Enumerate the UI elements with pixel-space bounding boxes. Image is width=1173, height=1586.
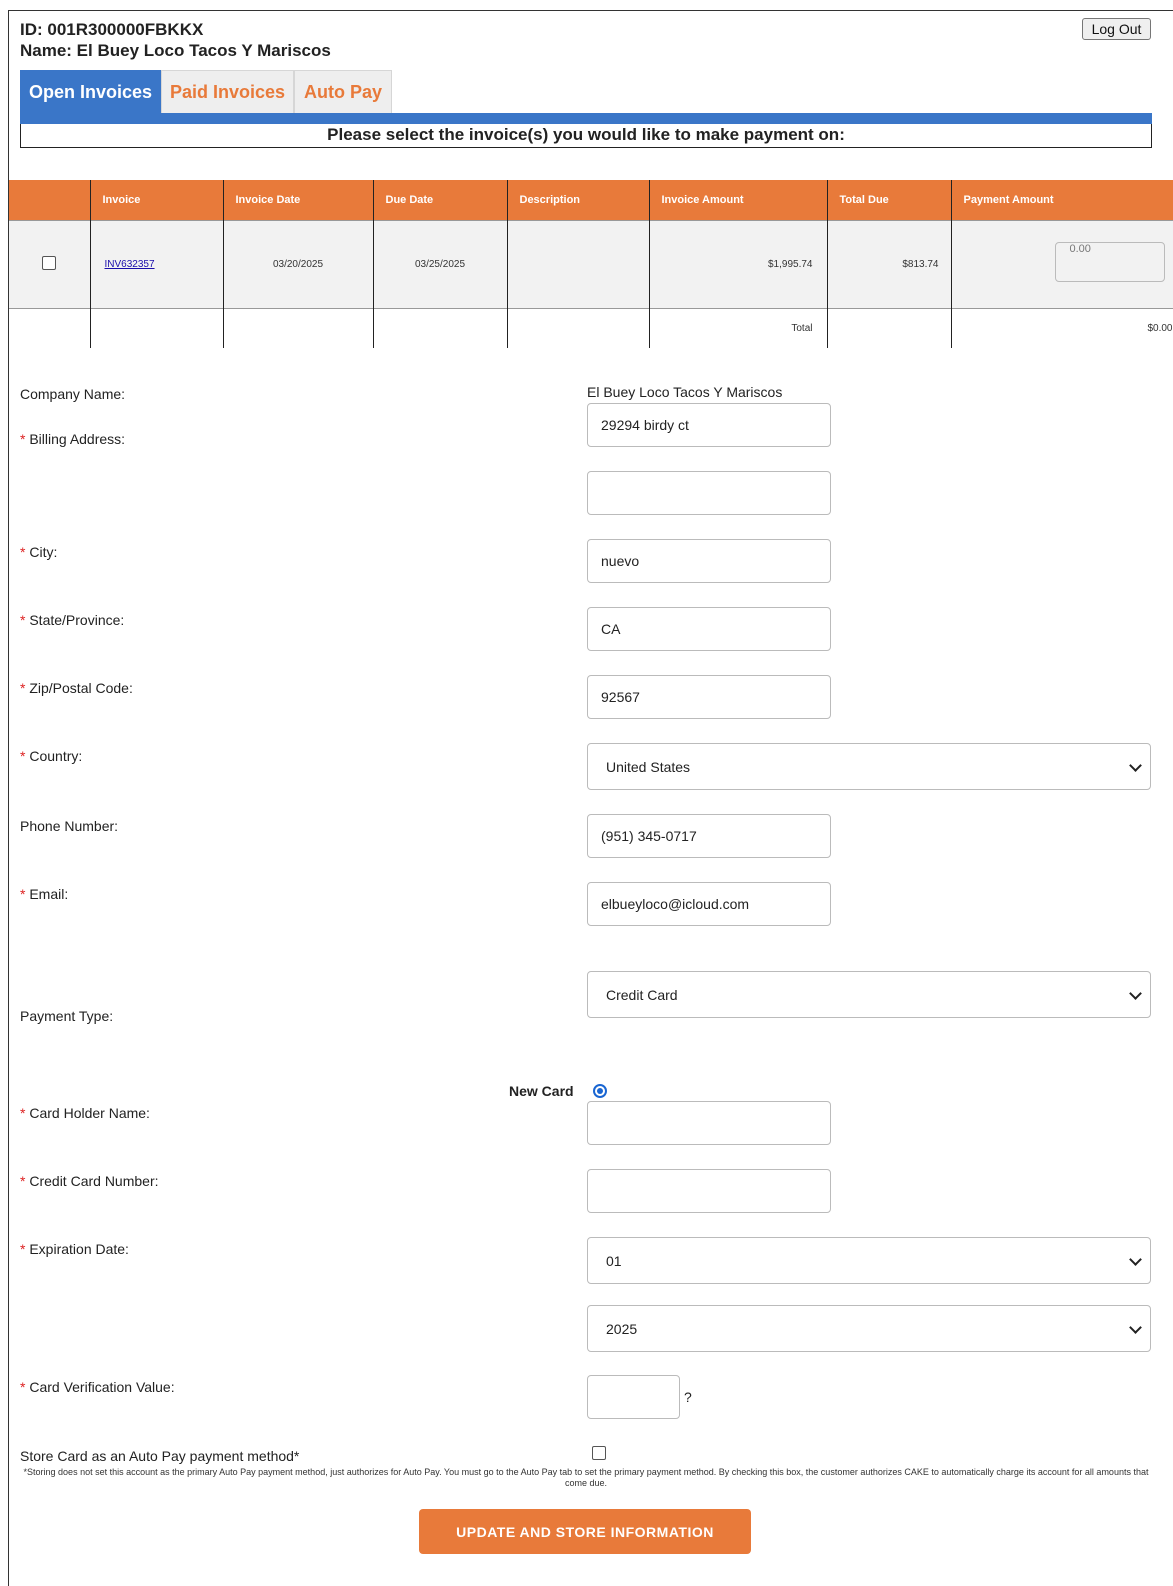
city-input[interactable]: nuevo [587, 539, 831, 583]
tab-open-invoices[interactable]: Open Invoices [20, 70, 161, 114]
col-invoice-date-header: Invoice Date [223, 180, 374, 220]
invoice-link[interactable]: INV632357 [105, 259, 155, 270]
cc-number-input[interactable] [587, 1169, 831, 1213]
zip-label: * Zip/Postal Code: [20, 680, 133, 696]
account-name: Name: El Buey Loco Tacos Y Mariscos [20, 41, 331, 60]
store-card-note: *Storing does not set this account as th… [23, 1467, 1149, 1488]
chevron-down-icon [1129, 1320, 1142, 1334]
billing-address-input-2[interactable] [587, 471, 831, 515]
cvv-input[interactable] [587, 1375, 680, 1419]
payment-amount-input[interactable]: 0.00 [1054, 242, 1165, 282]
phone-input[interactable]: (951) 345-0717 [587, 814, 831, 858]
card-holder-input[interactable] [587, 1101, 831, 1145]
chevron-down-icon [1129, 1252, 1142, 1266]
col-payment-amount-header: Payment Amount [951, 180, 1173, 220]
invoice-date-cell: 03/20/2025 [223, 219, 374, 308]
cc-number-label: * Credit Card Number: [20, 1173, 159, 1189]
billing-address-input-1[interactable]: 29294 birdy ct [587, 403, 831, 447]
payment-type-select[interactable]: Credit Card [587, 971, 1151, 1018]
cvv-help: ? [684, 1389, 692, 1405]
chevron-down-icon [1129, 758, 1142, 772]
state-label: * State/Province: [20, 612, 125, 628]
company-name-label: Company Name: [20, 386, 126, 402]
total-label: Total [649, 307, 828, 348]
invoice-select-checkbox[interactable] [42, 255, 57, 270]
chevron-down-icon [1129, 986, 1142, 1000]
phone-label: Phone Number: [20, 818, 119, 834]
table-row: INV632357 03/20/2025 03/25/2025 $1,995.7… [9, 219, 1173, 308]
expiration-label: * Expiration Date: [20, 1241, 129, 1257]
instruction-text: Please select the invoice(s) you would l… [20, 124, 1152, 148]
update-store-button[interactable]: UPDATE AND STORE INFORMATION [419, 1509, 751, 1554]
email-input[interactable]: elbueyloco@icloud.com [587, 882, 831, 926]
company-name-value: El Buey Loco Tacos Y Mariscos [587, 384, 783, 400]
city-label: * City: [20, 544, 58, 560]
col-due-date-header: Due Date [373, 180, 508, 220]
table-total-row: Total $0.00 [9, 307, 1173, 348]
payment-type-label: Payment Type: [20, 1008, 114, 1024]
billing-address-label: * Billing Address: [20, 431, 126, 447]
invoice-table: Invoice Invoice Date Due Date Descriptio… [9, 180, 1173, 348]
col-total-due-header: Total Due [827, 180, 952, 220]
country-label: * Country: [20, 748, 83, 764]
new-card-label: New Card [509, 1083, 574, 1099]
description-cell [507, 219, 650, 308]
col-invoice-header: Invoice [90, 180, 224, 220]
logout-button[interactable]: Log Out [1082, 18, 1151, 40]
col-invoice-amount-header: Invoice Amount [649, 180, 828, 220]
col-description-header: Description [507, 180, 650, 220]
store-card-label: Store Card as an Auto Pay payment method… [20, 1448, 300, 1464]
state-input[interactable]: CA [587, 607, 831, 651]
account-id: ID: 001R300000FBKKX [20, 20, 204, 39]
exp-month-select[interactable]: 01 [587, 1237, 1151, 1284]
tab-underline-bar [20, 113, 1152, 124]
email-label: * Email: [20, 886, 69, 902]
invoice-amount-cell: $1,995.74 [649, 219, 828, 308]
exp-year-select[interactable]: 2025 [587, 1305, 1151, 1352]
cvv-label: * Card Verification Value: [20, 1379, 175, 1395]
tab-auto-pay[interactable]: Auto Pay [294, 70, 392, 114]
zip-input[interactable]: 92567 [587, 675, 831, 719]
country-select[interactable]: United States [587, 743, 1151, 790]
card-holder-label: * Card Holder Name: [20, 1105, 150, 1121]
new-card-radio[interactable] [593, 1084, 607, 1098]
col-select-header [9, 180, 91, 220]
required-mark: * [20, 431, 26, 447]
table-header-row: Invoice Invoice Date Due Date Descriptio… [9, 180, 1173, 220]
tab-paid-invoices[interactable]: Paid Invoices [161, 70, 294, 114]
total-due-cell: $813.74 [827, 219, 952, 308]
store-card-checkbox[interactable] [592, 1446, 606, 1460]
total-value: $0.00 [951, 307, 1173, 348]
due-date-cell: 03/25/2025 [373, 219, 508, 308]
